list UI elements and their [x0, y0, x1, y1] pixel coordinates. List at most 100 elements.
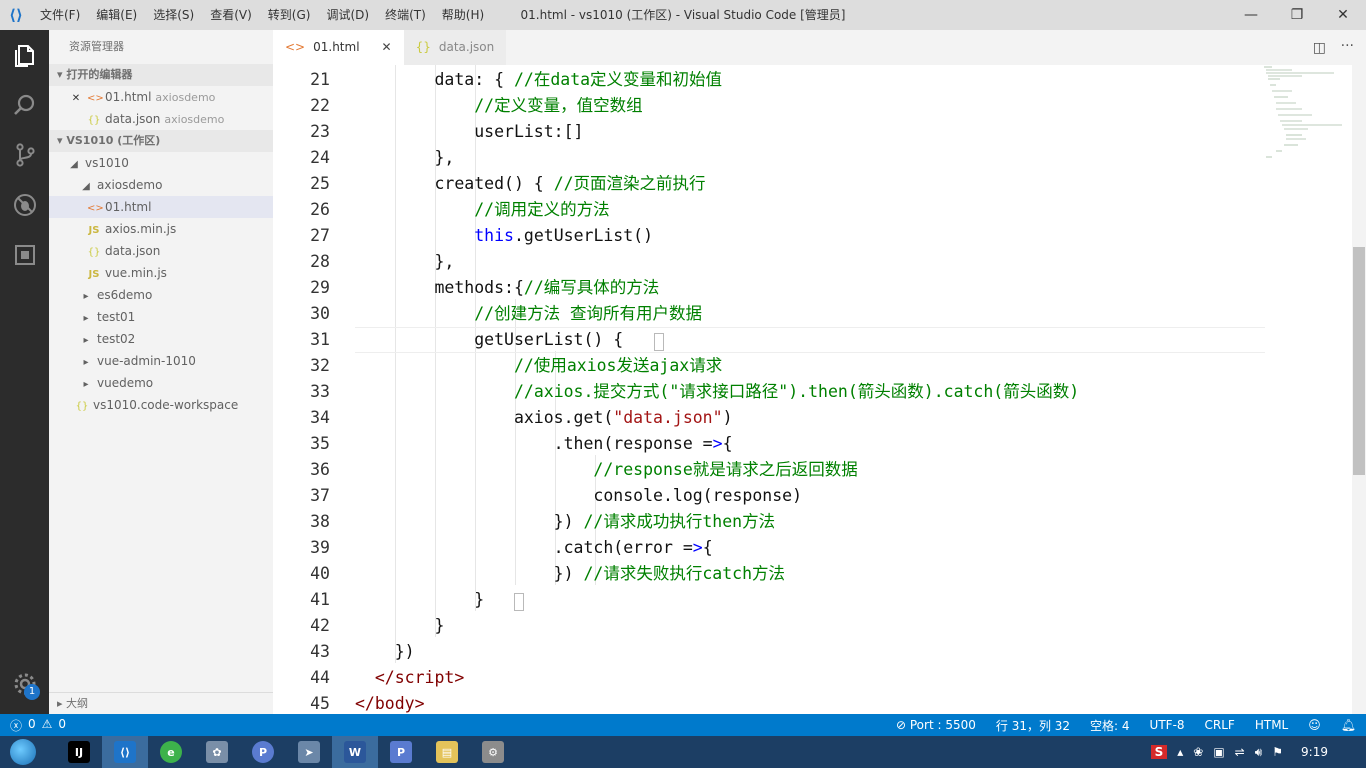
tray-up-arrow-icon[interactable]: ▴: [1177, 745, 1183, 759]
extensions-icon[interactable]: [0, 230, 49, 280]
chevron-right-icon: ▸: [83, 313, 89, 324]
code-line: 40 }) //请求失败执行catch方法: [273, 561, 1366, 587]
line-number: 45: [310, 694, 330, 713]
close-editor-icon[interactable]: ✕: [69, 88, 83, 108]
menu-file[interactable]: 文件(F): [32, 0, 88, 30]
more-actions-icon[interactable]: ···: [1341, 38, 1354, 54]
windows-taskbar: IJ ⟨⟩ e ✿ P ➤ W P ▤ ⚙ S ▴ ❀ ▣ ⇌ 🔊︎ ⚑ 9:1…: [0, 736, 1366, 768]
tray-network-icon[interactable]: ⇌: [1235, 745, 1245, 759]
explorer-icon[interactable]: [0, 30, 49, 80]
json-file-icon: {}: [87, 247, 101, 258]
menu-help[interactable]: 帮助(H): [434, 0, 492, 30]
source-control-icon[interactable]: [0, 130, 49, 180]
ime-s-icon[interactable]: S: [1150, 745, 1168, 759]
line-number: 28: [310, 252, 330, 271]
feedback-smiley-icon[interactable]: ☺: [1308, 718, 1321, 732]
live-server-port[interactable]: ⊘ Port : 5500: [896, 718, 976, 732]
line-number: 41: [310, 590, 330, 609]
folder-item[interactable]: ▸ test01: [49, 306, 273, 328]
indentation[interactable]: 空格: 4: [1090, 717, 1130, 734]
taskbar-app-vscode[interactable]: ⟨⟩: [102, 736, 148, 768]
line-number: 32: [310, 356, 330, 375]
menu-terminal[interactable]: 终端(T): [377, 0, 434, 30]
line-number: 21: [310, 70, 330, 89]
folder-item[interactable]: ▸ test02: [49, 328, 273, 350]
problems-indicator[interactable]: ⓧ 0 ⚠ 0: [0, 717, 66, 734]
status-bar: ⓧ 0 ⚠ 0 ⊘ Port : 5500 行 31，列 32 空格: 4 UTF-…: [0, 714, 1366, 736]
line-ending[interactable]: CRLF: [1205, 718, 1235, 732]
scrollbar-thumb[interactable]: [1353, 247, 1365, 475]
menu-view[interactable]: 查看(V): [202, 0, 260, 30]
tray-app-icon[interactable]: ❀: [1193, 745, 1203, 759]
open-editors-header[interactable]: ▾ 打开的编辑器: [49, 64, 273, 86]
taskbar-app-arrow[interactable]: ➤: [286, 736, 332, 768]
line-number: 40: [310, 564, 330, 583]
line-number: 29: [310, 278, 330, 297]
minimap[interactable]: [1262, 65, 1352, 165]
folder-item[interactable]: ▸ vuedemo: [49, 372, 273, 394]
menu-edit[interactable]: 编辑(E): [88, 0, 145, 30]
code-line: 35 .then(response =>{: [273, 431, 1366, 457]
taskbar-app-p1[interactable]: P: [240, 736, 286, 768]
taskbar-app-p2[interactable]: P: [378, 736, 424, 768]
taskbar-app-explorer[interactable]: ▤: [424, 736, 470, 768]
close-tab-icon[interactable]: ✕: [382, 30, 392, 65]
code-line: 37 console.log(response): [273, 483, 1366, 509]
html-file-icon: <>: [87, 93, 104, 104]
clock[interactable]: 9:19: [1301, 745, 1328, 759]
file-item-01-html[interactable]: <>01.html: [49, 196, 273, 218]
activity-bar: 1: [0, 30, 49, 714]
line-number: 31: [310, 330, 330, 349]
taskbar-app-intellij[interactable]: IJ: [56, 736, 102, 768]
file-item-data-json[interactable]: {} data.json: [49, 240, 273, 262]
code-line: 42 }: [273, 613, 1366, 639]
menu-bar: 文件(F) 编辑(E) 选择(S) 查看(V) 转到(G) 调试(D) 终端(T…: [32, 0, 492, 30]
search-icon[interactable]: [0, 80, 49, 130]
outline-section[interactable]: ▸ 大纲: [49, 692, 273, 714]
encoding[interactable]: UTF-8: [1150, 718, 1185, 732]
folder-item[interactable]: ▸ vue-admin-1010: [49, 350, 273, 372]
taskbar-app-gear[interactable]: ⚙: [470, 736, 516, 768]
settings-gear-icon[interactable]: 1: [0, 664, 49, 704]
tray-device-icon[interactable]: ▣: [1213, 745, 1224, 759]
menu-go[interactable]: 转到(G): [260, 0, 319, 30]
open-editor-item[interactable]: {} data.json axiosdemo: [49, 108, 273, 130]
menu-debug[interactable]: 调试(D): [318, 0, 377, 30]
code-editor[interactable]: 21 data: { //在data定义变量和初始值 22 //定义变量，值空数…: [273, 65, 1366, 714]
folder-item[interactable]: ▸ es6demo: [49, 284, 273, 306]
chevron-down-icon: ◢: [82, 181, 90, 192]
tray-flag-icon[interactable]: ⚑: [1272, 745, 1283, 759]
close-icon[interactable]: ✕: [1320, 0, 1366, 30]
line-number: 30: [310, 304, 330, 323]
explorer-title: 资源管理器: [69, 40, 124, 53]
restore-icon[interactable]: ❐: [1274, 0, 1320, 30]
folder-axiosdemo[interactable]: ◢ axiosdemo: [49, 174, 273, 196]
debug-icon[interactable]: [0, 180, 49, 230]
chevron-right-icon: ▸: [83, 379, 89, 390]
notifications-bell-icon[interactable]: 🔔︎: [1341, 718, 1356, 732]
tab-01-html[interactable]: <> 01.html ✕: [273, 30, 404, 65]
tab-data-json[interactable]: {} data.json: [403, 30, 507, 65]
file-item-axios-min-js[interactable]: JS axios.min.js: [49, 218, 273, 240]
line-number: 34: [310, 408, 330, 427]
language-mode[interactable]: HTML: [1255, 718, 1288, 732]
line-number: 33: [310, 382, 330, 401]
folder-vs1010[interactable]: ◢ vs1010: [49, 152, 273, 174]
minimize-icon[interactable]: —: [1228, 0, 1274, 30]
file-item-vue-min-js[interactable]: JS vue.min.js: [49, 262, 273, 284]
vertical-scrollbar[interactable]: [1352, 65, 1366, 714]
workspace-file-item[interactable]: {} vs1010.code-workspace: [49, 394, 273, 416]
open-editor-item[interactable]: ✕ <>01.html axiosdemo: [49, 86, 273, 108]
line-number: 35: [310, 434, 330, 453]
taskbar-app-word[interactable]: W: [332, 736, 378, 768]
cursor-position[interactable]: 行 31，列 32: [996, 717, 1070, 734]
menu-selection[interactable]: 选择(S): [145, 0, 202, 30]
taskbar-app-tool[interactable]: ✿: [194, 736, 240, 768]
volume-icon[interactable]: 🔊︎: [1255, 745, 1263, 760]
start-button[interactable]: [0, 736, 46, 768]
workspace-header[interactable]: ▾ VS1010 (工作区): [49, 130, 273, 152]
code-line: 44 </script>: [273, 665, 1366, 691]
warning-icon: ⚠: [41, 716, 53, 731]
split-editor-icon[interactable]: ◫: [1313, 40, 1326, 56]
taskbar-app-browser[interactable]: e: [148, 736, 194, 768]
